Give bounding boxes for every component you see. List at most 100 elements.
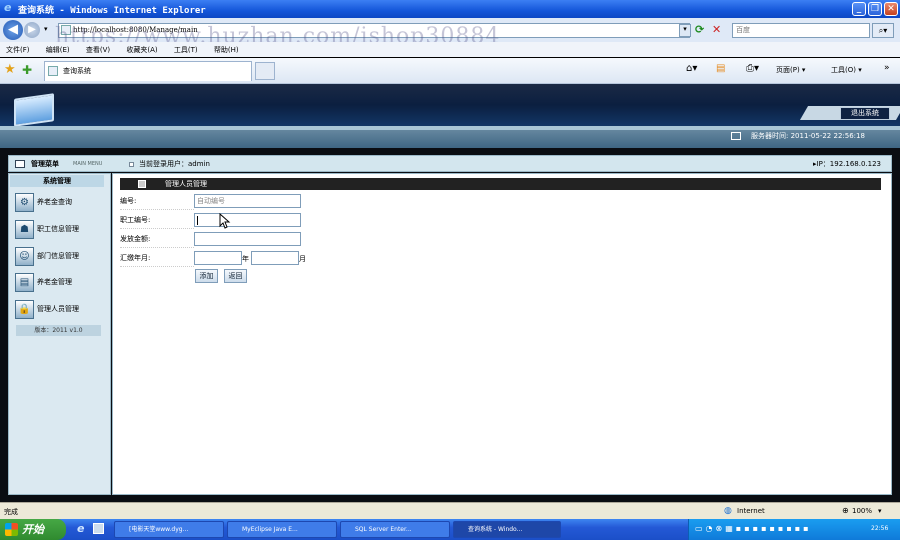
menu-item-tools[interactable]: 工具(T): [174, 46, 198, 54]
lock-user-icon: 🔒: [15, 299, 34, 319]
month-unit: 月: [299, 255, 306, 263]
user-bullet-icon: [129, 162, 134, 167]
quicklaunch-desktop-icon[interactable]: [93, 523, 104, 534]
task-label: [电影天堂www.dyg...: [129, 526, 189, 533]
sidebar-item-employee[interactable]: ☗ 职工信息管理: [15, 218, 107, 240]
close-button[interactable]: ✕: [884, 2, 898, 16]
search-placeholder: 百度: [736, 26, 750, 34]
toolbar-overflow-icon[interactable]: »: [884, 63, 890, 73]
search-icon[interactable]: ⌕▾: [872, 23, 894, 38]
id-placeholder: 自动编号: [197, 197, 225, 205]
print-icon[interactable]: ⎙▾: [746, 63, 759, 74]
add-button[interactable]: 添加: [195, 269, 218, 283]
menu-item-help[interactable]: 帮助(H): [214, 46, 239, 54]
pay-month-label: 汇缴年月:: [120, 249, 194, 267]
windows-logo-icon: [5, 523, 18, 536]
ie-logo-icon: e: [4, 1, 12, 14]
stop-icon[interactable]: ✕: [712, 23, 721, 36]
start-button[interactable]: 开始: [0, 519, 66, 540]
version-label: 版本：2011 v1.0: [16, 325, 101, 336]
window-icon: ▤: [15, 272, 34, 292]
amount-field[interactable]: [194, 232, 301, 246]
sidebar-item-admin[interactable]: 🔒 管理人员管理: [15, 298, 107, 320]
menu-item-file[interactable]: 文件(F): [6, 46, 30, 54]
clock: 22:56: [871, 525, 889, 532]
sidebar-item-pension-manage[interactable]: ▤ 养老金管理: [15, 271, 107, 293]
info-bar: 管理菜单 MAIN MENU 当前登录用户：admin ▸IP：192.168.…: [8, 155, 892, 172]
clock-monitor-icon: [731, 132, 741, 140]
server-time: 服务器时间: 2011-05-22 22:56:18: [751, 132, 865, 140]
sidebar-item-department[interactable]: ☺ 部门信息管理: [15, 245, 107, 267]
window-title: 查询系统 - Windows Internet Explorer: [18, 6, 206, 16]
sidebar-item-label: 管理人员管理: [37, 305, 79, 313]
client-ip: ▸IP：192.168.0.123: [813, 160, 882, 168]
monitor-logo-icon: [14, 93, 54, 127]
site-banner: [0, 84, 900, 127]
id-field[interactable]: 自动编号: [194, 194, 301, 208]
task-button-query-system[interactable]: 查询系统 - Windo...: [453, 521, 561, 538]
address-dropdown-icon[interactable]: ▾: [679, 24, 691, 37]
zoom-level[interactable]: 100%: [852, 507, 872, 515]
search-input[interactable]: 百度: [732, 23, 870, 38]
back-button-form[interactable]: 返回: [224, 269, 247, 283]
home-icon[interactable]: ⌂▾: [686, 63, 697, 74]
mouse-cursor-icon: [219, 213, 231, 229]
history-dropdown-icon[interactable]: ▾: [44, 25, 48, 33]
refresh-icon[interactable]: ⟳: [695, 23, 704, 36]
sidebar-item-label: 养老金管理: [37, 278, 72, 286]
quicklaunch-ie-icon[interactable]: e: [77, 522, 84, 535]
user-doc-icon: ☗: [15, 219, 34, 239]
task-button-myeclipse[interactable]: MyEclipse Java E...: [227, 521, 337, 538]
gear-icon: ⚙: [15, 192, 34, 212]
id-label: 编号:: [120, 192, 194, 210]
window-titlebar: e 查询系统 - Windows Internet Explorer _ ❐ ✕: [0, 0, 900, 18]
task-button-movie[interactable]: [电影天堂www.dyg...: [114, 521, 224, 538]
logout-button[interactable]: 退出系统: [840, 107, 890, 120]
month-field[interactable]: [251, 251, 299, 265]
menu-item-favorites[interactable]: 收藏夹(A): [126, 46, 157, 54]
form-title: 管理人员管理: [165, 180, 207, 188]
zoom-icon[interactable]: ⊕: [842, 506, 849, 515]
zoom-dropdown-icon[interactable]: ▾: [878, 507, 882, 515]
sidebar-heading: 系统管理: [10, 175, 104, 187]
back-button[interactable]: ◀: [3, 20, 23, 40]
add-favorite-icon[interactable]: ✚: [22, 63, 32, 77]
status-text: 完成: [4, 508, 18, 516]
form-header-icon: [138, 180, 146, 188]
task-button-sqlserver[interactable]: SQL Server Enter...: [340, 521, 450, 538]
system-tray: ▭◔⊗▦▪▪▪▪▪▪▪▪▪ 22:56: [688, 519, 900, 540]
new-tab-button[interactable]: [255, 62, 275, 80]
tab-label: 查询系统: [63, 67, 91, 75]
current-user: 当前登录用户：admin: [139, 160, 210, 168]
tools-menu[interactable]: 工具(O) ▾: [831, 65, 862, 75]
tray-icons[interactable]: ▭◔⊗▦▪▪▪▪▪▪▪▪▪: [695, 524, 812, 533]
tab-active[interactable]: 查询系统: [44, 61, 252, 81]
task-label: MyEclipse Java E...: [242, 526, 298, 533]
person-icon: ☺: [15, 246, 34, 266]
sidebar-item-label: 职工信息管理: [37, 225, 79, 233]
start-label: 开始: [22, 523, 44, 536]
menu-subtitle: MAIN MENU: [73, 161, 103, 167]
form-header: 管理人员管理: [120, 178, 881, 190]
employee-no-label: 职工编号:: [120, 211, 194, 229]
year-unit: 年: [242, 255, 249, 263]
forward-button[interactable]: ▶: [24, 22, 40, 38]
sidebar-item-label: 部门信息管理: [37, 252, 79, 260]
task-label: 查询系统 - Windo...: [468, 526, 523, 533]
employee-no-field[interactable]: [194, 213, 301, 227]
banner-strip-highlight: [0, 126, 900, 130]
tab-page-icon: [48, 66, 58, 76]
menu-item-view[interactable]: 查看(V): [86, 46, 110, 54]
status-bar: 完成 ◍ Internet ⊕ 100% ▾: [0, 502, 900, 519]
minimize-button[interactable]: _: [852, 2, 866, 16]
page-menu[interactable]: 页面(P) ▾: [776, 65, 805, 75]
text-caret: [197, 216, 198, 225]
menu-item-edit[interactable]: 编辑(E): [46, 46, 70, 54]
zone-text: Internet: [737, 507, 765, 515]
favorites-star-icon[interactable]: ★: [4, 62, 16, 77]
year-field[interactable]: [194, 251, 242, 265]
feeds-icon[interactable]: ▤: [716, 63, 725, 74]
sidebar-item-pension-query[interactable]: ⚙ 养老金查询: [15, 191, 107, 213]
menu-bar: 文件(F) 编辑(E) 查看(V) 收藏夹(A) 工具(T) 帮助(H): [0, 42, 900, 57]
maximize-button[interactable]: ❐: [868, 2, 882, 16]
